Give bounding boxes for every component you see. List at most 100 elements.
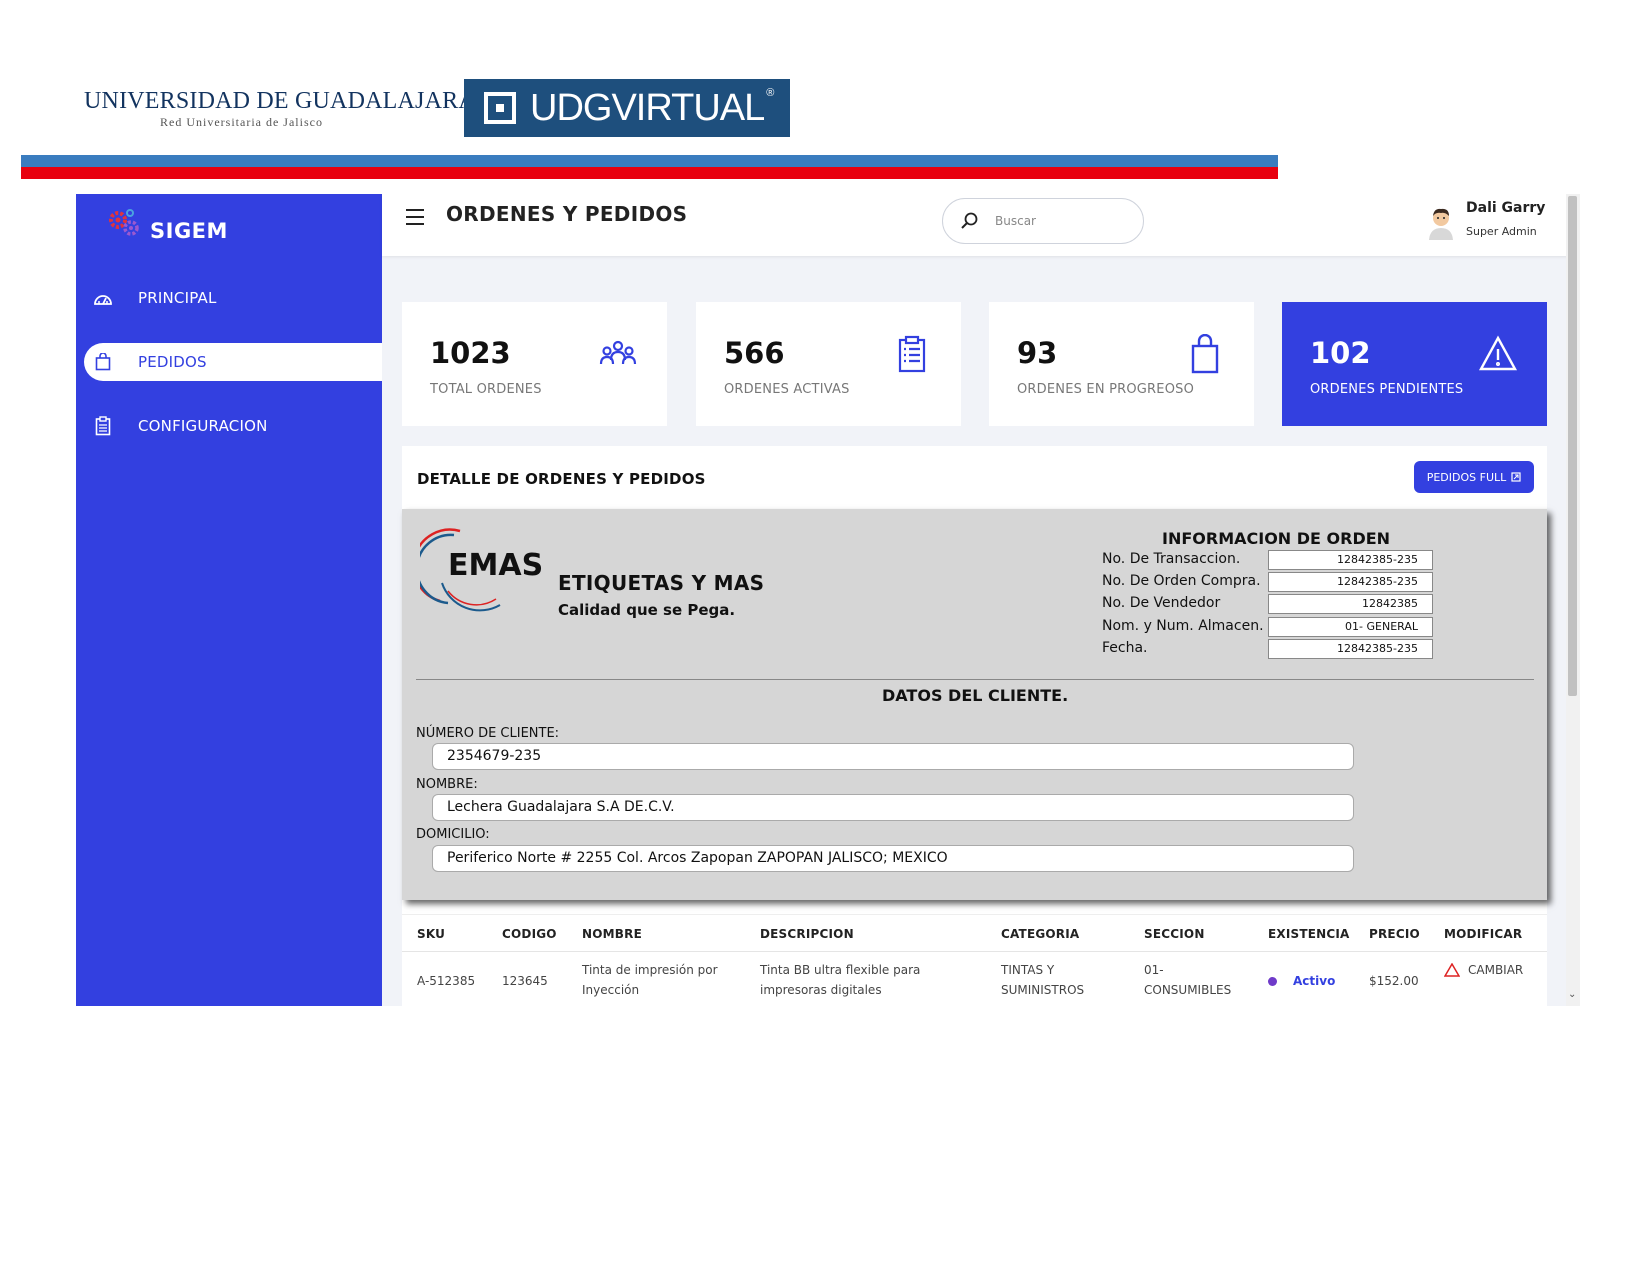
order-info-row: Fecha. 12842385-235 xyxy=(1102,639,1482,659)
column-header-sku[interactable]: SKU xyxy=(417,927,445,941)
client-data-title: DATOS DEL CLIENTE. xyxy=(882,686,1069,705)
status-text: Activo xyxy=(1293,974,1336,988)
stat-card-total-ordenes[interactable]: 1023 TOTAL ORDENES xyxy=(402,302,667,426)
cell-categoria: TINTAS Y SUMINISTROS xyxy=(1001,963,1085,997)
sidebar-item-label: PRINCIPAL xyxy=(138,289,217,307)
user-role: Super Admin xyxy=(1466,225,1537,238)
client-number-field[interactable]: 2354679-235 xyxy=(432,743,1354,770)
column-header-nombre[interactable]: NOMBRE xyxy=(582,927,742,941)
column-header-codigo[interactable]: CODIGO xyxy=(502,927,557,941)
company-slogan: Calidad que se Pega. xyxy=(558,601,736,619)
column-header-categoria[interactable]: CATEGORIA xyxy=(1001,927,1111,941)
sidebar-item-label: CONFIGURACION xyxy=(138,417,268,435)
order-info-value: 12842385-235 xyxy=(1268,639,1433,659)
column-header-seccion[interactable]: SECCION xyxy=(1144,927,1254,941)
order-info-label: No. De Vendedor xyxy=(1102,595,1221,611)
gears-icon xyxy=(109,209,139,236)
column-header-modificar[interactable]: MODIFICAR xyxy=(1444,927,1522,941)
stripe-blue xyxy=(21,155,1278,167)
cambiar-label: CAMBIAR xyxy=(1468,963,1524,977)
export-icon xyxy=(1511,472,1521,482)
udg-text: UNIVERSIDAD DE GUADALAJARA Red Universit… xyxy=(84,88,476,130)
page: UNIVERSIDAD DE GUADALAJARA Red Universit… xyxy=(0,0,1650,1275)
search-icon xyxy=(961,212,978,229)
hamburger-menu-icon[interactable] xyxy=(404,208,426,226)
order-info-label: Nom. y Num. Almacen. xyxy=(1102,618,1264,634)
topbar: ORDENES Y PEDIDOS Dali Garry Super Admin xyxy=(382,194,1580,256)
stat-label: ORDENES ACTIVAS xyxy=(724,382,850,397)
emas-logo-text: EMAS xyxy=(448,548,543,583)
avatar[interactable] xyxy=(1426,206,1456,240)
column-header-precio[interactable]: PRECIO xyxy=(1369,927,1420,941)
stat-label: TOTAL ORDENES xyxy=(430,382,542,397)
order-detail-panel: DETALLE DE ORDENES Y PEDIDOS PEDIDOS FUL… xyxy=(402,446,1547,1006)
sidebar-item-label: PEDIDOS xyxy=(138,353,207,371)
table-header: SKU CODIGO NOMBRE DESCRIPCION CATEGORIA … xyxy=(402,914,1547,952)
divider xyxy=(416,679,1534,680)
column-header-descripcion[interactable]: DESCRIPCION xyxy=(760,927,960,941)
udg-logo: UNIVERSIDAD DE GUADALAJARA Red Universit… xyxy=(76,80,476,138)
pedidos-full-button[interactable]: PEDIDOS FULL xyxy=(1414,461,1534,493)
scrollbar[interactable] xyxy=(1566,194,1580,1006)
sidebar: SIGEM PRINCIPAL PEDIDOS CONFIGURACION xyxy=(76,194,382,1006)
status-badge: Activo xyxy=(1268,971,1335,991)
brand[interactable]: SIGEM xyxy=(106,200,228,250)
company-name: ETIQUETAS Y MAS xyxy=(558,571,765,595)
search-box[interactable] xyxy=(942,198,1144,244)
client-name-label: NOMBRE: xyxy=(416,777,478,792)
column-header-existencia[interactable]: EXISTENCIA xyxy=(1268,927,1350,941)
sidebar-item-principal[interactable]: PRINCIPAL xyxy=(84,279,382,317)
cell-precio: $152.00 xyxy=(1369,974,1419,988)
shopping-bag-icon xyxy=(92,351,114,373)
udg-virtual-name: UDGVIRTUAL xyxy=(530,86,765,129)
shopping-bag-icon xyxy=(1191,334,1219,374)
scrollbar-thumb[interactable] xyxy=(1568,196,1577,696)
dashboard-icon xyxy=(92,287,114,309)
udg-subtitle: Red Universitaria de Jalisco xyxy=(160,115,323,129)
udg-name: UNIVERSIDAD DE GUADALAJARA xyxy=(84,88,476,114)
stat-card-ordenes-activas[interactable]: 566 ORDENES ACTIVAS xyxy=(696,302,961,426)
users-group-icon xyxy=(599,340,637,365)
client-number-label: NÚMERO DE CLIENTE: xyxy=(416,726,560,741)
user-name: Dali Garry xyxy=(1466,200,1546,216)
udg-virtual-icon xyxy=(484,92,516,124)
search-input[interactable] xyxy=(995,214,1125,228)
emas-logo-swoosh: EMAS xyxy=(412,528,543,612)
order-info-label: No. De Transaccion. xyxy=(1102,551,1241,567)
order-info-title: INFORMACION DE ORDEN xyxy=(1162,529,1391,548)
udg-virtual-text: UDGVIRTUAL ® xyxy=(530,86,774,130)
stat-label: ORDENES PENDIENTES xyxy=(1310,382,1464,397)
status-dot xyxy=(1268,976,1277,986)
registered-mark: ® xyxy=(766,86,774,99)
order-info-row: No. De Vendedor 12842385 xyxy=(1102,594,1482,614)
clipboard-icon xyxy=(92,415,114,437)
stat-card-ordenes-pendientes[interactable]: 102 ORDENES PENDIENTES xyxy=(1282,302,1547,426)
order-info-row: Nom. y Num. Almacen. 01- GENERAL xyxy=(1102,617,1482,637)
stat-value: 102 xyxy=(1310,336,1371,370)
button-label: PEDIDOS FULL xyxy=(1426,470,1507,484)
stat-value: 93 xyxy=(1017,336,1058,370)
emas-logo: EMAS xyxy=(412,523,550,615)
cambiar-button[interactable]: CAMBIAR xyxy=(1444,960,1523,980)
client-name-field[interactable]: Lechera Guadalajara S.A DE.C.V. xyxy=(432,794,1354,821)
letterhead: UNIVERSIDAD DE GUADALAJARA Red Universit… xyxy=(0,0,1650,180)
clipboard-list-icon xyxy=(898,335,926,373)
order-info-value: 01- GENERAL xyxy=(1268,617,1433,637)
client-address-field[interactable]: Periferico Norte # 2255 Col. Arcos Zapop… xyxy=(432,845,1354,872)
stat-value: 1023 xyxy=(430,336,511,370)
sidebar-item-configuracion[interactable]: CONFIGURACION xyxy=(84,407,382,445)
order-info-row: No. De Orden Compra. 12842385-235 xyxy=(1102,572,1482,592)
cell-nombre: Tinta de impresión por Inyección xyxy=(582,963,718,997)
cell-sku: A-512385 xyxy=(417,974,476,988)
order-info-row: No. De Transaccion. 12842385-235 xyxy=(1102,550,1482,570)
app-window: SIGEM PRINCIPAL PEDIDOS CONFIGURACION OR… xyxy=(76,194,1580,1006)
stat-label: ORDENES EN PROGREOSO xyxy=(1017,382,1195,397)
scroll-down-icon[interactable]: ⌄ xyxy=(1568,990,1578,1000)
table-row[interactable]: A-512385 123645 Tinta de impresión por I… xyxy=(402,952,1547,1006)
cell-descripcion: Tinta BB ultra flexible para impresoras … xyxy=(760,963,921,997)
sidebar-item-pedidos[interactable]: PEDIDOS xyxy=(84,343,382,381)
order-info-label: No. De Orden Compra. xyxy=(1102,573,1261,589)
stat-card-ordenes-en-progreso[interactable]: 93 ORDENES EN PROGREOSO xyxy=(989,302,1254,426)
brand-name: SIGEM xyxy=(150,219,228,243)
order-info-label: Fecha. xyxy=(1102,640,1148,656)
